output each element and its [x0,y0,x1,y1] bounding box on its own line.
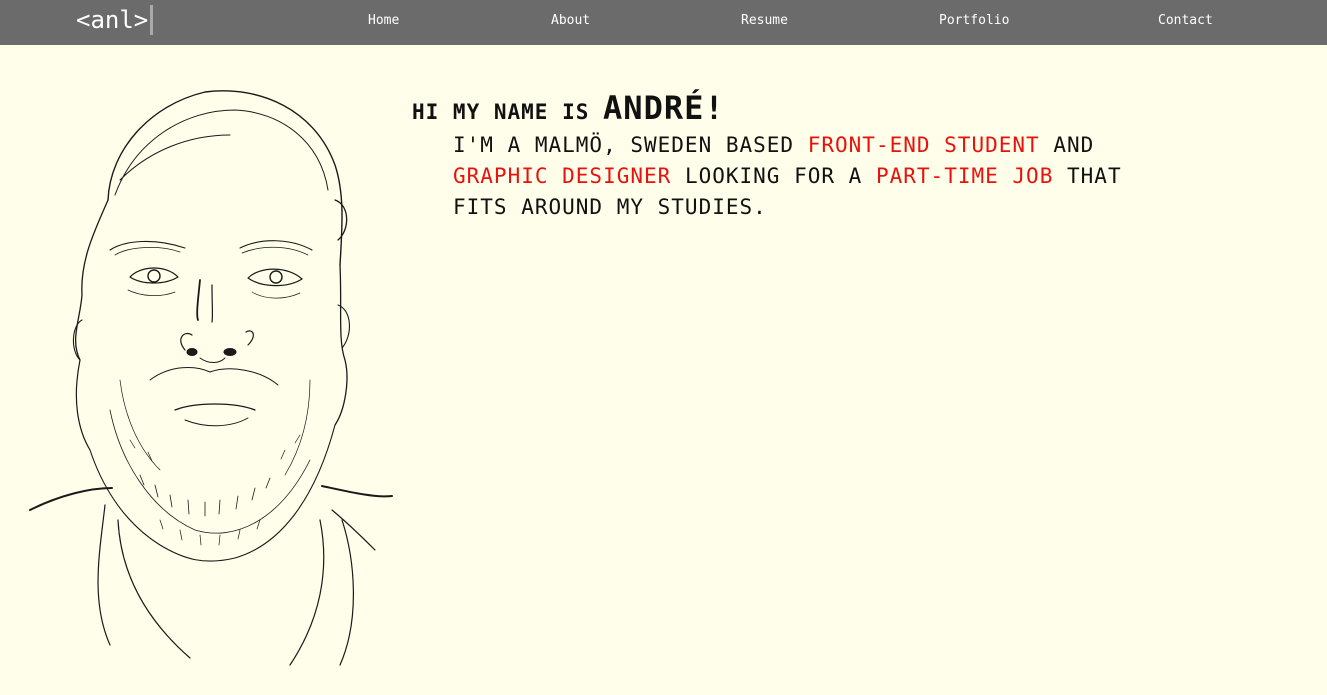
bio-text-1: I'M A MALMÖ, SWEDEN BASED [453,133,795,157]
logo-cursor-icon [150,5,154,35]
nav-link-resume[interactable]: Resume [741,12,788,29]
greeting-heading: HI MY NAME IS ANDRÉ! [412,88,1212,132]
nav-link-about[interactable]: About [551,12,590,29]
bio-highlight-frontend: FRONT-END STUDENT [807,133,1040,157]
site-logo[interactable]: <anl> [76,4,154,36]
nav-link-portfolio[interactable]: Portfolio [939,12,1009,29]
portrait-illustration [29,90,393,666]
bio-highlight-designer: GRAPHIC DESIGNER [453,164,672,188]
nav-link-home[interactable]: Home [368,12,399,29]
bio-highlight-job: PART-TIME JOB [875,164,1054,188]
bio-text-3: LOOKING FOR A [684,164,863,188]
logo-text: <anl> [76,6,149,34]
bio-text-2: AND [1053,133,1095,157]
top-navbar: <anl> Home About Resume Portfolio Contac… [0,0,1327,45]
bio-paragraph: I'M A MALMÖ, SWEDEN BASED FRONT-END STUD… [453,130,1173,223]
name-text: ANDRÉ! [603,89,725,127]
intro-section: HI MY NAME IS ANDRÉ! I'M A MALMÖ, SWEDEN… [412,88,1212,223]
nav-link-contact[interactable]: Contact [1158,12,1213,29]
greeting-text: HI MY NAME IS [412,100,590,124]
